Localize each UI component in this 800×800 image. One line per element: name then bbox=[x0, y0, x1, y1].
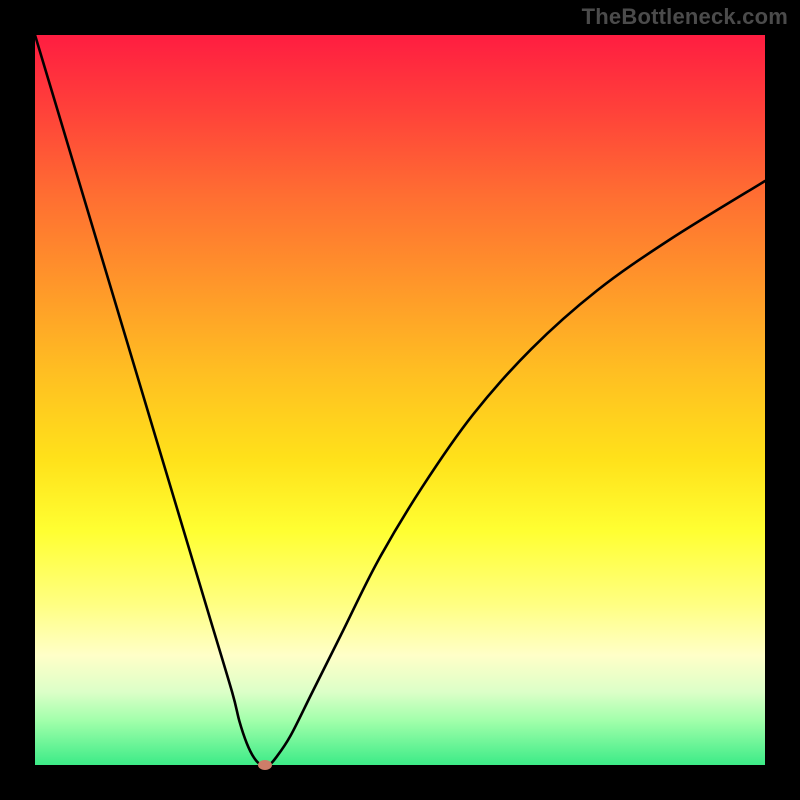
watermark-text: TheBottleneck.com bbox=[582, 4, 788, 30]
optimum-marker bbox=[258, 760, 272, 770]
chart-frame: TheBottleneck.com bbox=[0, 0, 800, 800]
bottleneck-curve bbox=[35, 35, 765, 765]
plot-area bbox=[35, 35, 765, 765]
